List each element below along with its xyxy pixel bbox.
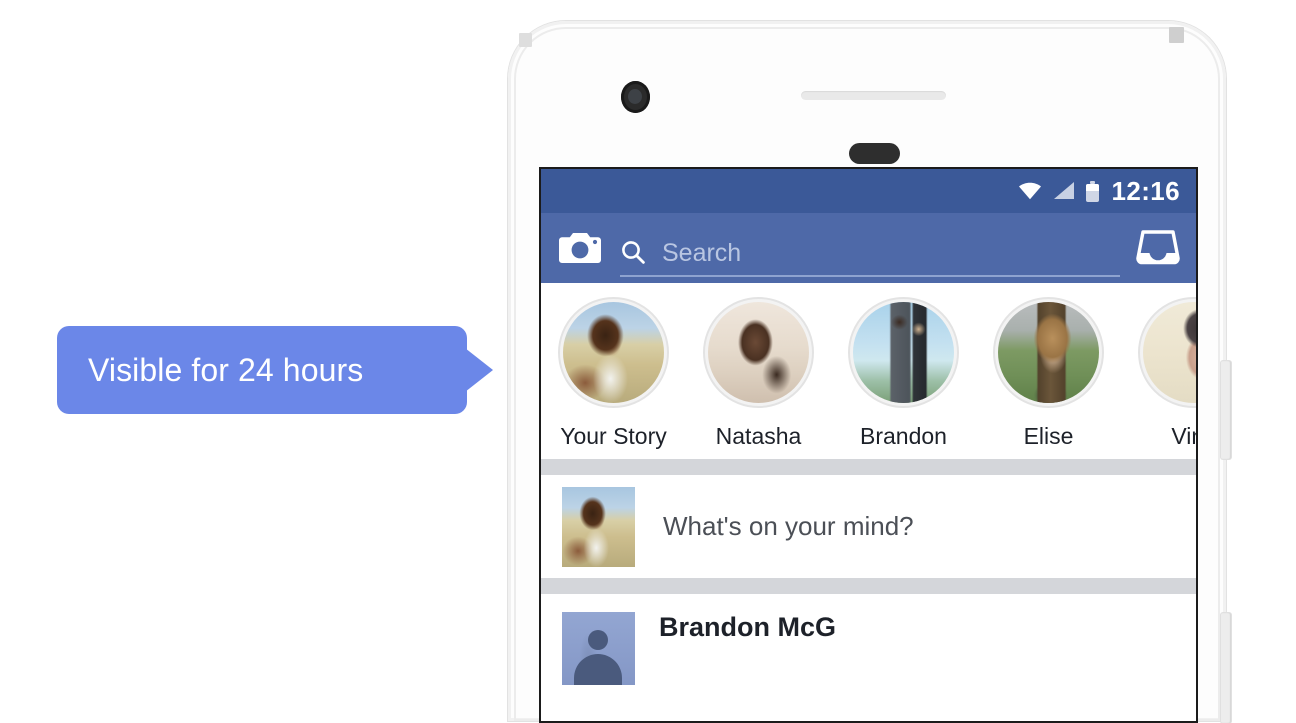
phone-mockup: 12:16 Search Your Story Natasha Brandon … (508, 21, 1231, 723)
story-avatar (558, 297, 669, 408)
volume-button[interactable] (1221, 613, 1231, 723)
composer-placeholder: What's on your mind? (663, 511, 914, 541)
composer-avatar (562, 486, 635, 567)
wifi-icon (1018, 182, 1042, 200)
story-item[interactable]: Natasha (686, 297, 831, 450)
power-button[interactable] (1221, 361, 1231, 459)
sensor-pill (849, 143, 900, 164)
story-name: Your Story (560, 423, 667, 449)
avatar-photo (998, 302, 1099, 403)
callout-bubble: Visible for 24 hours (57, 326, 467, 414)
callout-tooltip: Visible for 24 hours (57, 326, 497, 414)
earpiece-speaker (801, 91, 946, 100)
search-placeholder-label: Search (662, 238, 742, 267)
status-composer[interactable]: What's on your mind? (541, 475, 1196, 578)
callout-label: Visible for 24 hours (88, 351, 364, 388)
front-camera-icon (621, 81, 650, 113)
story-name: Elise (1023, 423, 1074, 449)
avatar-photo (563, 302, 664, 403)
story-item[interactable]: Brandon (831, 297, 976, 450)
post-author-name: Brandon McG (659, 612, 837, 642)
story-name: Natasha (715, 423, 802, 449)
story-avatar (993, 297, 1104, 408)
signal-icon (1053, 182, 1075, 200)
callout-arrow (465, 348, 493, 392)
story-item[interactable]: Vinc (1121, 297, 1196, 450)
app-bar: Search (541, 213, 1196, 283)
stories-row[interactable]: Your Story Natasha Brandon Elise Vi (541, 283, 1196, 459)
avatar-photo (1143, 302, 1196, 403)
avatar-photo (853, 302, 954, 403)
story-avatar (1138, 297, 1196, 408)
avatar-photo (708, 302, 809, 403)
story-name: Brandon (860, 423, 947, 449)
phone-screen: 12:16 Search Your Story Natasha Brandon … (541, 169, 1196, 721)
search-input[interactable]: Search (620, 220, 1120, 277)
section-divider (541, 578, 1196, 594)
status-icon-group (1018, 180, 1099, 202)
feed-post[interactable]: Brandon McG (541, 594, 1196, 694)
section-divider (541, 459, 1196, 475)
search-icon (620, 239, 646, 265)
avatar-photo (562, 486, 635, 567)
status-time: 12:16 (1111, 175, 1180, 206)
story-name: Vinc (1171, 423, 1196, 449)
antenna-line-right (1169, 27, 1184, 43)
story-avatar (703, 297, 814, 408)
antenna-line-left (519, 33, 532, 47)
status-bar: 12:16 (541, 169, 1196, 213)
messenger-inbox-icon[interactable] (1134, 226, 1182, 270)
story-item[interactable]: Your Story (541, 297, 686, 450)
story-avatar (848, 297, 959, 408)
story-item[interactable]: Elise (976, 297, 1121, 450)
camera-icon[interactable] (558, 229, 602, 267)
post-author-avatar (562, 612, 635, 685)
battery-icon (1085, 180, 1099, 202)
